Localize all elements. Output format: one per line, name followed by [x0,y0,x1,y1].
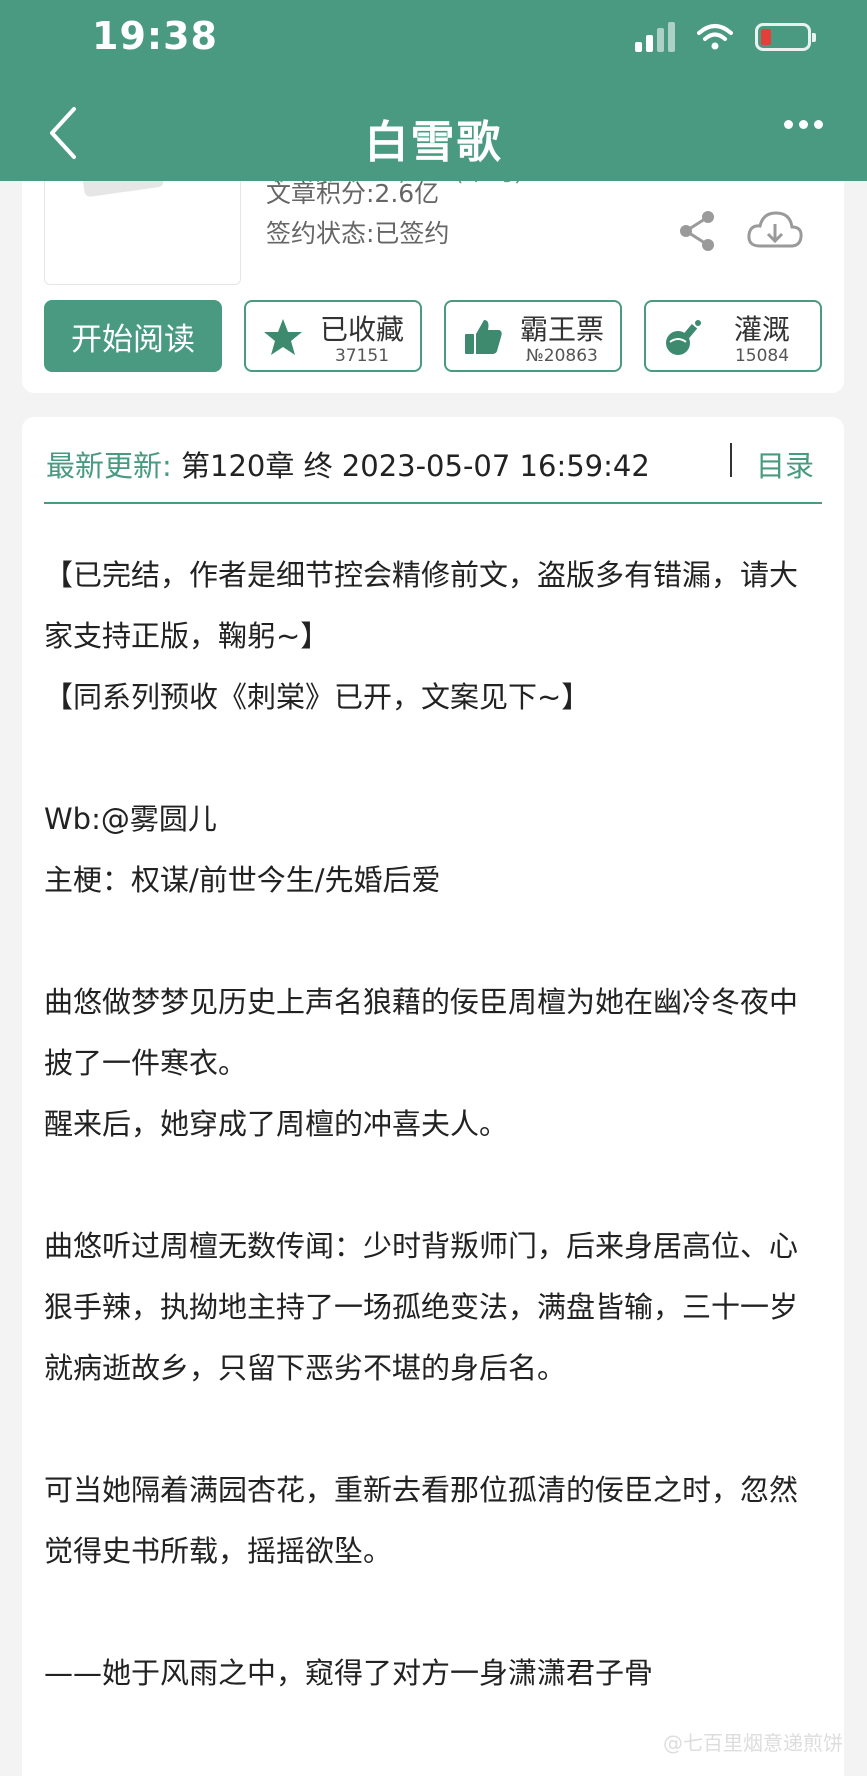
irrigate-button[interactable]: 灌溉 15084 [644,300,822,372]
star-icon [264,319,302,355]
battery-icon [755,23,816,51]
synopsis-paragraph [44,1155,824,1216]
latest-update-value: 第120章 终 2023-05-07 16:59:42 [181,449,650,483]
share-icon[interactable] [676,208,718,254]
ticket-button[interactable]: 霸王票 №20863 [444,300,622,372]
favorite-button[interactable]: 已收藏 37151 [244,300,422,372]
synopsis-paragraph: 可当她隔着满园杏花，重新去看那位孤清的佞臣之时，忽然觉得史书所载，摇摇欲坠。 [44,1473,799,1568]
watermark: @七百里烟意递煎饼 [663,1731,843,1755]
signal-icon [635,22,675,52]
action-buttons: 开始阅读 已收藏 37151 霸王票 №20863 灌溉 15084 [44,300,822,372]
synopsis-paragraph [44,911,824,972]
synopsis-paragraph: 曲悠做梦梦见历史上声名狼藉的佞臣周檀为她在幽冷冬夜中披了一件寒衣。 [44,985,799,1080]
irrigate-label: 灌溉 [733,313,790,346]
synopsis-paragraph: 主梗：权谋/前世今生/先婚后爱 [44,863,441,897]
start-reading-button[interactable]: 开始阅读 [44,300,222,372]
status-time: 19:38 [92,14,218,58]
more-icon[interactable] [784,120,823,129]
ticket-label: 霸王票 [519,313,604,346]
cloud-download-icon[interactable] [746,208,804,254]
synopsis-paragraph: 曲悠听过周檀无数传闻：少时背叛师门，后来身居高位、心狠手辣，执拗地主持了一场孤绝… [44,1229,799,1385]
catalog-link[interactable]: 目录 [756,443,814,485]
ticket-count: №20863 [526,346,598,366]
irrigate-count: 15084 [734,346,790,366]
synopsis-paragraph: 【已完结，作者是细节控会精修前文，盗版多有错漏，请大家支持正版，鞠躬~】 [44,558,799,653]
synopsis-paragraph [44,1582,824,1643]
update-separator [730,443,732,477]
flask-icon [666,320,701,355]
status-icons [635,22,816,52]
favorite-label: 已收藏 [319,313,404,346]
latest-update[interactable]: 最新更新: 第120章 终 2023-05-07 16:59:42 [46,443,650,485]
page-title: 白雪歌 [364,117,503,168]
section-divider [44,502,822,504]
book-meta: 非V点击:36,257(章均) 文章积分:2.6亿 签约状态:已签约 [266,157,524,254]
app-header: 19:38 白雪歌 [0,0,867,181]
synopsis-paragraph [44,728,824,789]
synopsis-paragraph: ——她于风雨之中，窥得了对方一身潇潇君子骨 [44,1656,654,1690]
latest-update-label: 最新更新: [46,449,172,483]
synopsis: 【已完结，作者是细节控会精修前文，盗版多有错漏，请大家支持正版，鞠躬~】 【同系… [44,545,824,1704]
thumbs-up-icon [465,320,502,354]
synopsis-paragraph: 醒来后，她穿成了周檀的冲喜夫人。 [44,1107,509,1141]
synopsis-paragraph: Wb:@雾圆儿 [44,802,217,836]
favorite-count: 37151 [334,346,390,366]
synopsis-paragraph: 【同系列预收《刺棠》已开，文案见下~】 [44,680,591,714]
synopsis-paragraph [44,1399,824,1460]
book-description-card: 最新更新: 第120章 终 2023-05-07 16:59:42 目录 【已完… [22,417,844,1776]
book-contract: 签约状态:已签约 [266,219,450,248]
wifi-icon [697,24,733,50]
